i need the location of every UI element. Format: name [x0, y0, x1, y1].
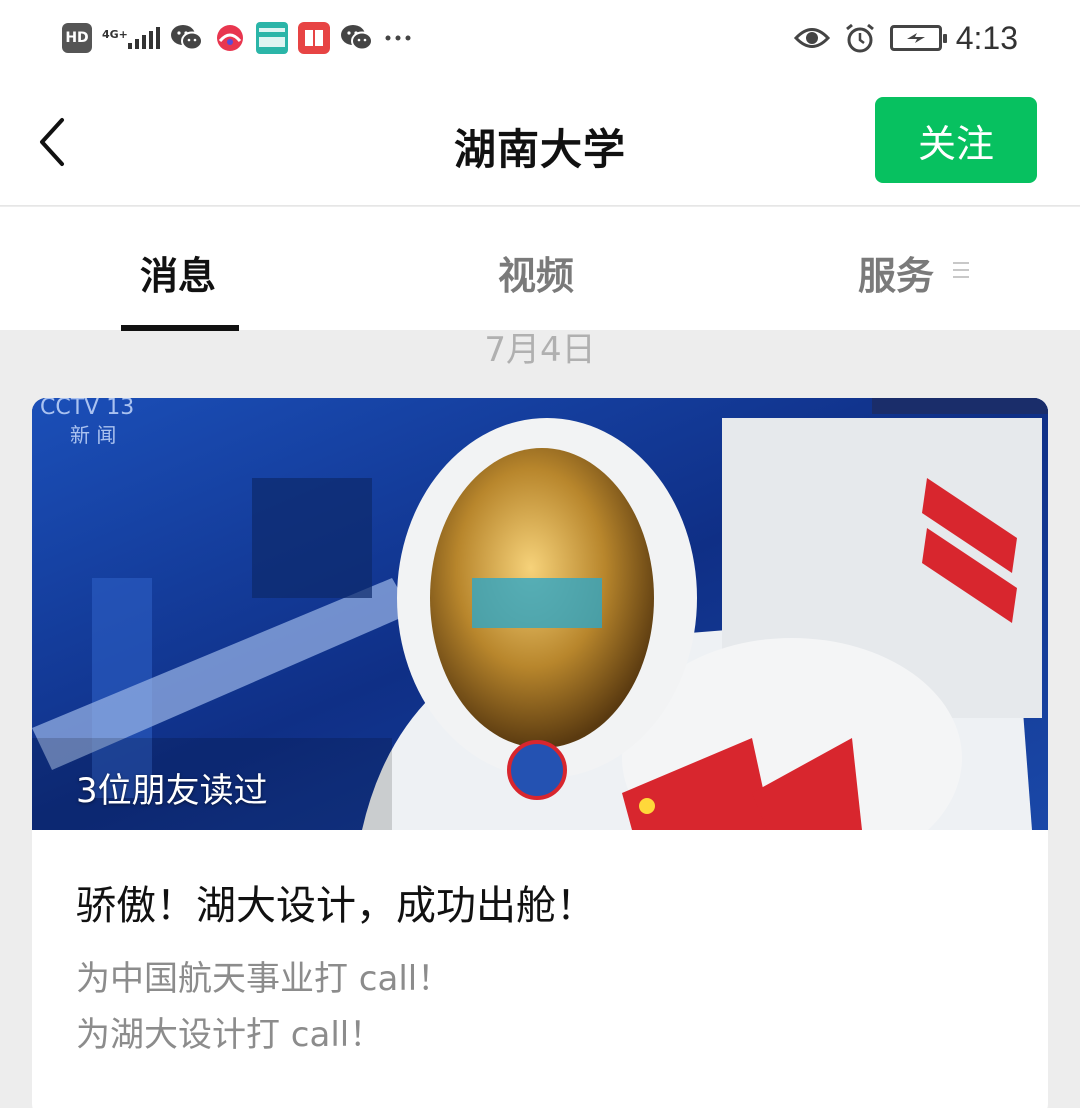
status-bar-left: HD 4G+ — [62, 20, 412, 56]
boss-zhipin-icon — [256, 22, 288, 54]
battery-charging-icon — [889, 25, 947, 51]
tab-services[interactable]: 服务 — [858, 245, 934, 300]
article-summary-line: 为中国航天事业打 call！ — [76, 959, 452, 999]
article-summary-line: 为湖大设计打 call！ — [76, 1015, 384, 1055]
follow-button[interactable]: 关注 — [875, 97, 1037, 183]
status-bar: HD 4G+ 4:13 — [0, 0, 1080, 78]
feed-date: 7月4日 — [484, 330, 596, 370]
article-cover-image: CCTV 13 新 闻 3位朋友读过 — [32, 398, 1048, 830]
friends-read-badge: 3位朋友读过 — [76, 771, 268, 811]
more-dots-icon — [385, 35, 411, 41]
reader-icon — [298, 22, 330, 54]
top-nav-bar: 湖南大学 关注 — [0, 78, 1080, 206]
svg-text:新 闻: 新 闻 — [70, 423, 116, 447]
signal-icon: 4G+ — [102, 23, 160, 53]
article-title[interactable]: 骄傲！湖大设计，成功出舱！ — [76, 873, 596, 931]
status-bar-right: 4:13 — [793, 18, 1018, 58]
hd-icon: HD — [62, 23, 92, 53]
tab-messages[interactable]: 消息 — [140, 245, 216, 300]
clock: 4:13 — [955, 19, 1018, 56]
menu-icon — [953, 262, 969, 280]
article-card[interactable]: CCTV 13 新 闻 3位朋友读过 骄傲！湖大设计，成功出舱！ 为中国航天事业… — [32, 398, 1048, 1108]
app-icon — [217, 25, 243, 51]
tab-videos[interactable]: 视频 — [498, 245, 574, 300]
svg-text:CCTV 13: CCTV 13 — [40, 398, 134, 420]
eye-icon — [793, 28, 830, 48]
tab-bar: 消息 视频 服务 — [0, 207, 1080, 331]
wechat-icon — [341, 25, 373, 51]
network-type: 4G+ — [102, 27, 128, 41]
wechat-icon — [171, 25, 203, 51]
alarm-icon — [845, 23, 874, 53]
article-summary: 为中国航天事业打 call！ 为湖大设计打 call！ — [76, 951, 451, 1063]
